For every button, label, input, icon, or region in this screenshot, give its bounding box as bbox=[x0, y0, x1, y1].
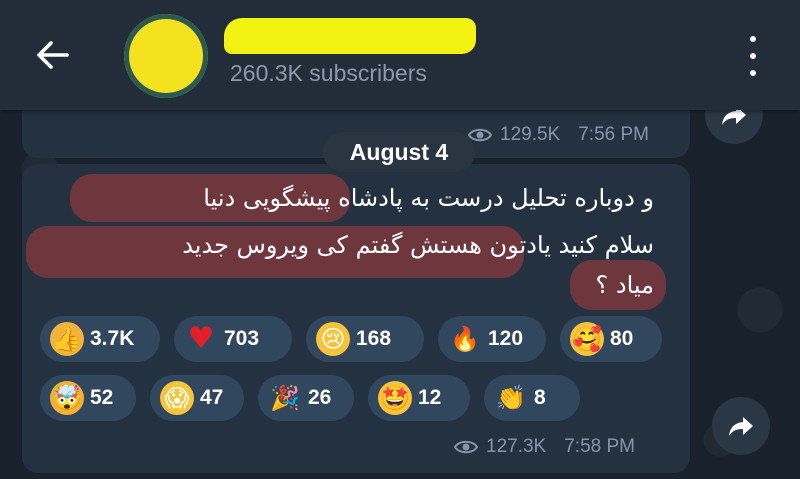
exploding-head-icon: 🤯 bbox=[50, 381, 84, 415]
message-time: 7:58 PM bbox=[564, 436, 635, 457]
subscriber-count: 260.3K subscribers bbox=[230, 60, 427, 86]
previous-message-meta: 129.5K 7:56 PM bbox=[468, 124, 649, 146]
message-text-line: و دوباره تحلیل درست به پادشاه پیشگویی دن… bbox=[203, 184, 654, 212]
star-struck-icon: 🤩 bbox=[378, 381, 412, 415]
crying-face-icon: 😢 bbox=[316, 322, 350, 356]
screaming-face-icon: 😱 bbox=[160, 381, 194, 415]
share-arrow-icon bbox=[729, 417, 753, 436]
reaction-count: 26 bbox=[308, 386, 332, 409]
menu-dot bbox=[750, 70, 756, 76]
message-meta: 127.3K 7:58 PM bbox=[454, 436, 635, 458]
thumbs-up-icon: 👍 bbox=[50, 322, 84, 356]
reaction-red-heart[interactable]: ♥ 703 bbox=[174, 316, 292, 362]
menu-dot bbox=[750, 36, 756, 42]
clapping-hands-icon: 👏 bbox=[496, 384, 526, 412]
message-time: 7:56 PM bbox=[578, 124, 649, 145]
message-text-line: سلام کنید یادتون هستش گفتم کی ویروس جدید bbox=[182, 231, 654, 259]
reaction-count: 3.7K bbox=[90, 327, 135, 350]
smiling-face-with-hearts-icon: 🥰 bbox=[570, 322, 604, 356]
reaction-count: 80 bbox=[610, 327, 634, 350]
reaction-count: 52 bbox=[90, 386, 114, 409]
channel-avatar[interactable] bbox=[124, 14, 208, 98]
more-options-button[interactable] bbox=[738, 36, 768, 76]
reaction-count: 120 bbox=[488, 327, 524, 350]
back-button[interactable] bbox=[30, 33, 74, 77]
reaction-exploding-head[interactable]: 🤯 52 bbox=[40, 375, 136, 421]
reaction-party-popper[interactable]: 🎉 26 bbox=[258, 375, 354, 421]
reaction-clapping-hands[interactable]: 👏 8 bbox=[484, 375, 580, 421]
reaction-star-struck[interactable]: 🤩 12 bbox=[368, 375, 470, 421]
reaction-count: 168 bbox=[356, 327, 392, 350]
menu-dot bbox=[750, 53, 756, 59]
reaction-count: 47 bbox=[200, 386, 224, 409]
reaction-count: 8 bbox=[534, 386, 546, 409]
reaction-thumbs-up[interactable]: 👍 3.7K bbox=[40, 316, 160, 362]
reaction-count: 703 bbox=[224, 327, 260, 350]
channel-header: A 260.3K subscribers bbox=[0, 0, 800, 110]
date-separator: August 4 bbox=[323, 132, 475, 172]
red-heart-icon: ♥ bbox=[187, 321, 215, 356]
view-count: 129.5K bbox=[500, 124, 561, 145]
reaction-fire[interactable]: 🔥 120 bbox=[438, 316, 546, 362]
reaction-screaming-face[interactable]: 😱 47 bbox=[150, 375, 244, 421]
fire-icon: 🔥 bbox=[450, 325, 480, 353]
reaction-crying-face[interactable]: 😢 168 bbox=[306, 316, 424, 362]
eye-icon bbox=[454, 440, 478, 454]
message-text-line: میاد ؟ bbox=[595, 271, 654, 299]
arrow-left-icon bbox=[37, 41, 69, 69]
reaction-count: 12 bbox=[418, 386, 442, 409]
view-count: 127.3K bbox=[486, 436, 547, 457]
share-button[interactable] bbox=[712, 397, 770, 455]
party-popper-icon: 🎉 bbox=[270, 384, 300, 412]
message-bubble[interactable]: و دوباره تحلیل درست به پادشاه پیشگویی دن… bbox=[22, 164, 690, 473]
reaction-smiling-face-with-hearts[interactable]: 🥰 80 bbox=[560, 316, 662, 362]
redaction-mark bbox=[224, 18, 476, 54]
